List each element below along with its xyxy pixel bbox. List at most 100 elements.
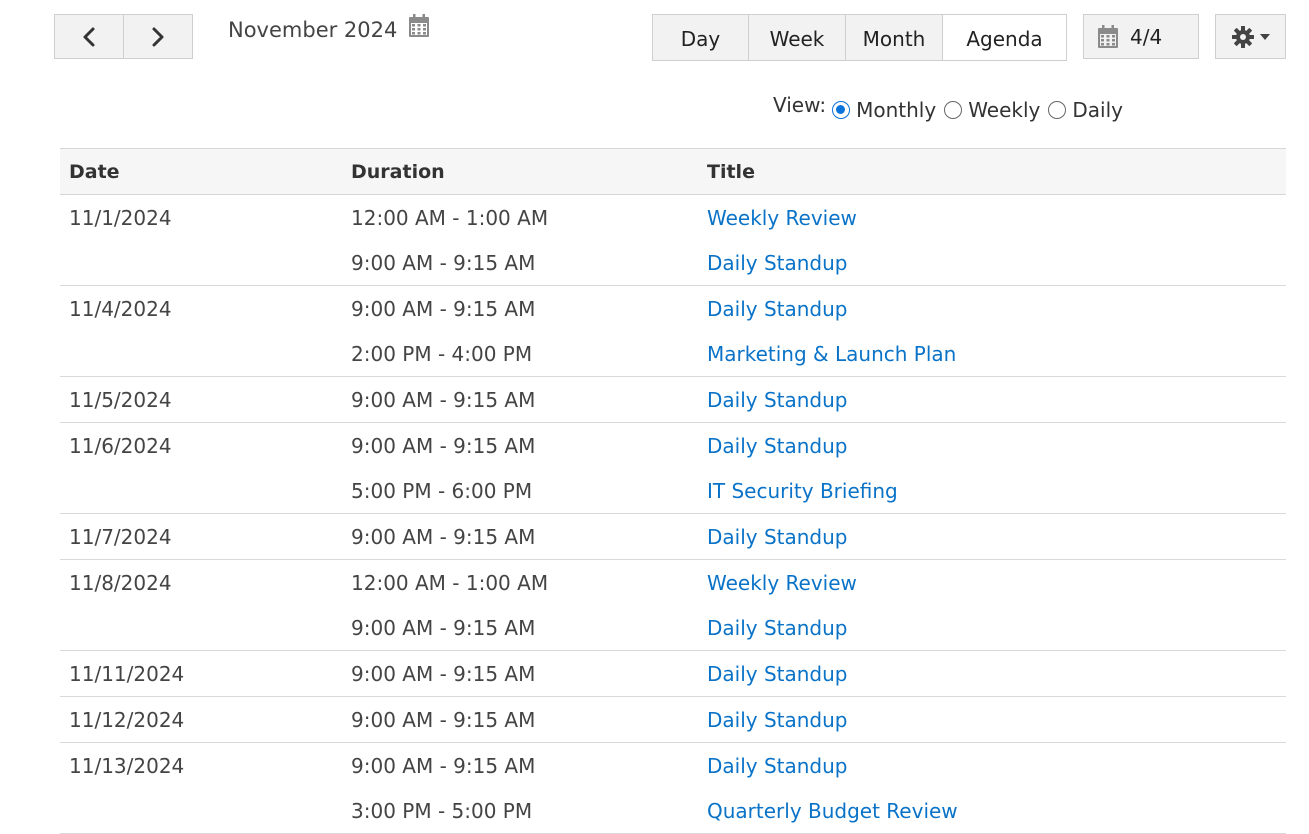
- next-period-button[interactable]: [124, 14, 193, 59]
- view-tabs: Day Week Month Agenda: [652, 14, 1067, 61]
- event-title-link[interactable]: Daily Standup: [707, 434, 848, 458]
- event-title-cell: Daily Standup: [698, 743, 1286, 789]
- column-header-duration[interactable]: Duration: [342, 149, 698, 195]
- event-title-link[interactable]: Weekly Review: [707, 206, 857, 230]
- view-option-daily[interactable]: Daily: [1048, 98, 1123, 122]
- event-date: [60, 788, 342, 834]
- view-filter-label: View:: [773, 93, 827, 117]
- event-title-link[interactable]: Daily Standup: [707, 525, 848, 549]
- gear-icon: [1232, 25, 1254, 48]
- table-row: 3:00 PM - 5:00 PM Quarterly Budget Review: [60, 788, 1286, 834]
- page-indicator-button[interactable]: 4/4: [1083, 14, 1199, 59]
- calendar-toolbar: November 2024 Day Week Month Agenda 4/4: [54, 14, 1286, 61]
- table-row: 11/4/2024 9:00 AM - 9:15 AM Daily Standup: [60, 286, 1286, 332]
- calendar-icon: [1098, 24, 1118, 48]
- chevron-left-icon: [83, 27, 95, 46]
- event-date: 11/7/2024: [60, 513, 342, 560]
- event-title-link[interactable]: Marketing & Launch Plan: [707, 342, 956, 366]
- table-row: 9:00 AM - 9:15 AM Daily Standup: [60, 240, 1286, 286]
- table-row: 11/13/2024 9:00 AM - 9:15 AM Daily Standup: [60, 743, 1286, 789]
- event-date: [60, 331, 342, 377]
- event-duration: 12:00 AM - 1:00 AM: [351, 205, 549, 230]
- event-title-link[interactable]: Daily Standup: [707, 251, 848, 275]
- table-row: 11/1/2024 12:00 AM - 1:00 AM Weekly Review: [60, 195, 1286, 241]
- event-date: 11/12/2024: [60, 696, 342, 743]
- tab-week[interactable]: Week: [749, 14, 846, 61]
- event-title-link[interactable]: Daily Standup: [707, 297, 848, 321]
- event-duration: 9:00 AM - 9:15 AM: [342, 605, 698, 651]
- radio-weekly[interactable]: [944, 101, 963, 119]
- event-date: 11/13/2024: [69, 753, 185, 778]
- event-title-cell: Daily Standup: [698, 696, 1286, 743]
- table-row: 11/12/2024 9:00 AM - 9:15 AM Daily Standup: [60, 696, 1286, 743]
- event-title-cell: Daily Standup: [698, 605, 1286, 651]
- table-row: 11/11/2024 9:00 AM - 9:15 AM Daily Standup: [60, 650, 1286, 697]
- event-date: 11/6/2024: [69, 433, 172, 458]
- previous-period-button[interactable]: [54, 14, 124, 59]
- event-title-link[interactable]: Daily Standup: [707, 754, 848, 778]
- event-title-cell: Daily Standup: [698, 376, 1286, 423]
- event-title-cell: Daily Standup: [698, 650, 1286, 697]
- period-picker[interactable]: November 2024: [228, 14, 431, 42]
- period-navigation: [54, 14, 193, 59]
- event-date: 11/8/2024: [69, 570, 172, 595]
- table-row: 9:00 AM - 9:15 AM Daily Standup: [60, 605, 1286, 651]
- event-date: [60, 468, 342, 514]
- event-duration: 9:00 AM - 9:15 AM: [342, 513, 698, 560]
- event-duration: 9:00 AM - 9:15 AM: [342, 376, 698, 423]
- event-duration: 2:00 PM - 4:00 PM: [342, 331, 698, 377]
- view-option-label: Monthly: [856, 98, 937, 122]
- tab-day[interactable]: Day: [652, 14, 749, 61]
- event-title-link[interactable]: Quarterly Budget Review: [707, 799, 958, 823]
- table-row: 11/6/2024 9:00 AM - 9:15 AM Daily Standup: [60, 423, 1286, 469]
- event-date: 11/4/2024: [69, 296, 172, 321]
- event-title-link[interactable]: Daily Standup: [707, 616, 848, 640]
- event-duration: 9:00 AM - 9:15 AM: [342, 650, 698, 697]
- agenda-header-row: Date Duration Title: [60, 148, 1286, 195]
- column-header-title[interactable]: Title: [698, 149, 1286, 195]
- event-title-cell: Daily Standup: [698, 286, 1286, 332]
- page-indicator-label: 4/4: [1130, 24, 1163, 49]
- event-title-link[interactable]: Weekly Review: [707, 571, 857, 595]
- calendar-icon[interactable]: [407, 13, 431, 39]
- event-title-link[interactable]: Daily Standup: [707, 708, 848, 732]
- event-title-cell: Weekly Review: [698, 560, 1286, 606]
- event-duration: 9:00 AM - 9:15 AM: [351, 433, 536, 458]
- radio-monthly[interactable]: [832, 101, 851, 119]
- event-title-cell: Marketing & Launch Plan: [698, 331, 1286, 377]
- column-header-date[interactable]: Date: [60, 149, 342, 195]
- event-date: 11/11/2024: [60, 650, 342, 697]
- radio-daily[interactable]: [1048, 101, 1067, 119]
- chevron-down-icon: [1260, 33, 1270, 40]
- event-date: 11/5/2024: [60, 376, 342, 423]
- event-title-cell: Daily Standup: [698, 423, 1286, 469]
- tab-agenda[interactable]: Agenda: [943, 14, 1067, 61]
- view-filter: View: Monthly Weekly Daily: [773, 93, 1131, 122]
- event-title-link[interactable]: Daily Standup: [707, 662, 848, 686]
- event-duration: 3:00 PM - 5:00 PM: [342, 788, 698, 834]
- event-title-cell: Daily Standup: [698, 240, 1286, 286]
- chevron-right-icon: [152, 27, 164, 46]
- agenda-body: 11/1/2024 12:00 AM - 1:00 AM Weekly Review…: [60, 195, 1286, 834]
- view-option-label: Weekly: [968, 98, 1041, 122]
- event-date: [60, 240, 342, 286]
- event-date: [60, 605, 342, 651]
- event-title-cell: Quarterly Budget Review: [698, 788, 1286, 834]
- view-option-label: Daily: [1072, 98, 1123, 122]
- agenda-table: Date Duration Title 11/1/2024 12:00 AM - …: [60, 148, 1286, 834]
- event-title-link[interactable]: Daily Standup: [707, 388, 848, 412]
- view-option-monthly[interactable]: Monthly: [832, 98, 936, 122]
- event-title-link[interactable]: IT Security Briefing: [707, 479, 898, 503]
- table-row: 11/7/2024 9:00 AM - 9:15 AM Daily Standup: [60, 513, 1286, 560]
- period-label: November 2024: [228, 18, 398, 42]
- table-row: 2:00 PM - 4:00 PM Marketing & Launch Plan: [60, 331, 1286, 377]
- event-duration: 12:00 AM - 1:00 AM: [351, 570, 549, 595]
- settings-dropdown-button[interactable]: [1215, 14, 1286, 59]
- tab-month[interactable]: Month: [846, 14, 943, 61]
- table-row: 11/5/2024 9:00 AM - 9:15 AM Daily Standup: [60, 376, 1286, 423]
- event-title-cell: Weekly Review: [698, 195, 1286, 241]
- event-title-cell: Daily Standup: [698, 513, 1286, 560]
- view-option-weekly[interactable]: Weekly: [944, 98, 1040, 122]
- table-row: 5:00 PM - 6:00 PM IT Security Briefing: [60, 468, 1286, 514]
- event-date: 11/1/2024: [69, 205, 172, 230]
